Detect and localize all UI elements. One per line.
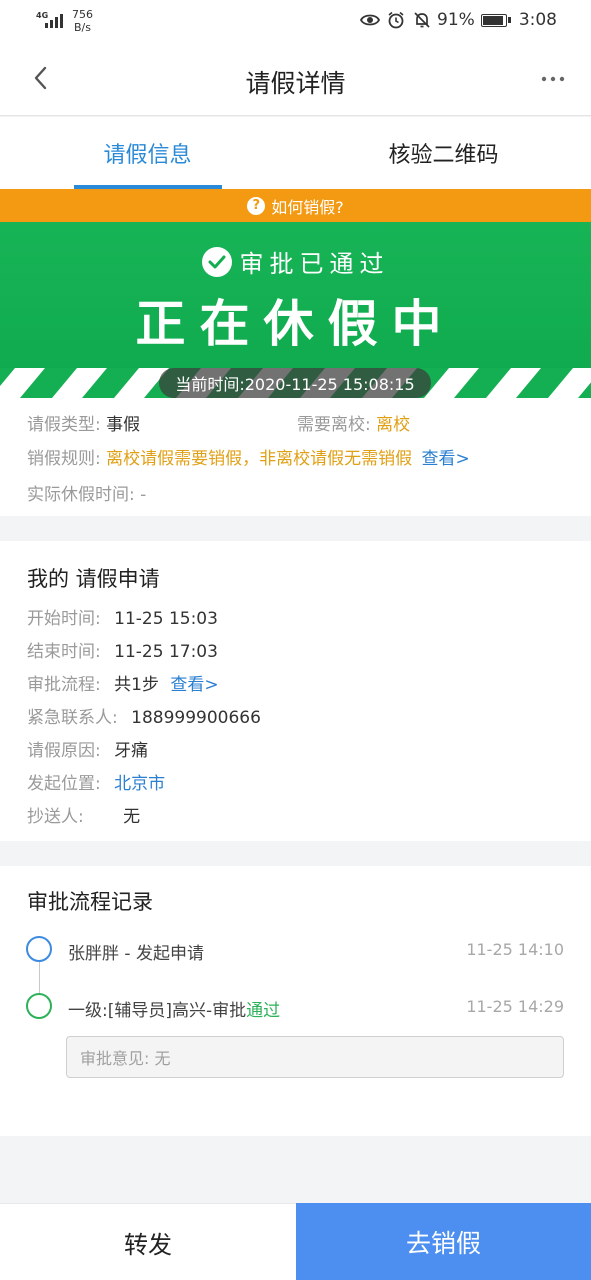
record-item-time: 11-25 14:29 xyxy=(466,997,564,1016)
actual-time-value: - xyxy=(140,485,147,505)
leave-type-label: 请假类型: xyxy=(27,415,101,435)
leave-type-row: 请假类型: 事假 xyxy=(27,410,140,435)
timeline-node-icon xyxy=(26,936,52,962)
how-to-cancel-label: 如何销假? xyxy=(271,197,344,217)
start-time-label: 开始时间: xyxy=(27,609,101,629)
timeline-connector xyxy=(39,962,40,994)
bell-off-icon xyxy=(411,10,433,30)
record-item-approver: 一级:[辅导员]高兴-审批 xyxy=(68,1001,247,1021)
current-time-pill: 当前时间:2020-11-25 15:08:15 xyxy=(159,368,431,398)
approval-flow-row: 审批流程: 共1步 查看> xyxy=(27,670,219,695)
net-speed-value: 756 xyxy=(72,8,93,21)
leave-reason-value: 牙痛 xyxy=(114,741,149,761)
actual-time-label: 实际休假时间: xyxy=(27,485,135,505)
question-icon: ? xyxy=(247,196,266,215)
alarm-icon xyxy=(385,10,407,30)
cancel-leave-button[interactable]: 去销假 xyxy=(296,1203,591,1280)
check-circle-icon xyxy=(201,246,232,277)
record-item-text: 一级:[辅导员]高兴-审批通过 xyxy=(68,996,280,1021)
approval-opinion-box: 审批意见: 无 xyxy=(66,1036,564,1078)
cancel-rule-label: 销假规则: xyxy=(27,449,101,469)
approved-label: 审批已通过 xyxy=(239,250,390,278)
battery-percent: 91% xyxy=(437,10,475,30)
cancel-rule-view-link[interactable]: 查看> xyxy=(422,449,470,469)
start-time-row: 开始时间: 11-25 15:03 xyxy=(27,604,218,629)
more-dots-icon xyxy=(541,76,565,82)
forward-button[interactable]: 转发 xyxy=(0,1203,296,1280)
end-time-value: 11-25 17:03 xyxy=(114,642,218,662)
origin-location-row: 发起位置: 北京市 xyxy=(27,769,165,794)
need-leave-school-row: 需要离校: 离校 xyxy=(297,410,410,435)
record-item-time: 11-25 14:10 xyxy=(466,940,564,959)
cc-label: 抄送人: xyxy=(27,807,84,827)
nav-header: 请假详情 xyxy=(0,42,591,116)
approval-records-card: 审批流程记录 张胖胖 - 发起申请 11-25 14:10 一级:[辅导员]高兴… xyxy=(0,866,591,1136)
tab-bar: 请假信息 核验二维码 xyxy=(0,117,591,189)
network-indicator: 4G 756 B/s xyxy=(36,8,93,34)
net-speed-unit: B/s xyxy=(74,21,91,34)
signal-icon: 4G xyxy=(36,8,66,30)
leave-reason-label: 请假原因: xyxy=(27,741,101,761)
tab-leave-info[interactable]: 请假信息 xyxy=(0,117,295,189)
page-title: 请假详情 xyxy=(245,69,346,98)
status-bar: 4G 756 B/s 91% 3:08 xyxy=(0,0,591,42)
more-button[interactable] xyxy=(535,64,571,94)
need-leave-school-value: 离校 xyxy=(376,415,411,435)
timeline-node-icon xyxy=(26,993,52,1019)
actual-time-row: 实际休假时间: - xyxy=(27,480,146,505)
approved-status: 审批已通过 xyxy=(0,244,591,279)
approval-flow-value: 共1步 xyxy=(114,675,159,695)
leave-type-value: 事假 xyxy=(106,415,141,435)
application-title: 我的 请假申请 xyxy=(27,567,160,591)
battery-icon xyxy=(480,13,511,27)
cc-row: 抄送人: 无 xyxy=(27,802,140,827)
records-title: 审批流程记录 xyxy=(27,890,153,914)
cancel-rule-row: 销假规则: 离校请假需要销假，非离校请假无需销假 查看> xyxy=(27,444,470,469)
emergency-contact-row: 紧急联系人: 188999900666 xyxy=(27,703,261,728)
tab-leave-info-label: 请假信息 xyxy=(103,143,192,168)
cancel-rule-value: 离校请假需要销假，非离校请假无需销假 xyxy=(106,449,413,469)
approval-flow-view-link[interactable]: 查看> xyxy=(170,675,218,695)
need-leave-school-label: 需要离校: xyxy=(297,415,371,435)
leave-reason-row: 请假原因: 牙痛 xyxy=(27,736,148,761)
emergency-contact-value: 188999900666 xyxy=(131,708,261,728)
bottom-action-bar: 转发 去销假 xyxy=(0,1203,591,1280)
record-item-text: 张胖胖 - 发起申请 xyxy=(68,944,204,964)
origin-location-value[interactable]: 北京市 xyxy=(114,774,165,794)
record-item-result: 通过 xyxy=(246,1001,281,1021)
cc-value: 无 xyxy=(123,807,141,827)
leave-status-title: 正在休假中 xyxy=(135,295,456,353)
net-speed: 756 B/s xyxy=(72,8,93,34)
start-time-value: 11-25 15:03 xyxy=(114,609,218,629)
tab-verify-qrcode-label: 核验二维码 xyxy=(388,143,499,168)
approval-flow-label: 审批流程: xyxy=(27,675,101,695)
end-time-row: 结束时间: 11-25 17:03 xyxy=(27,637,218,662)
clock-time: 3:08 xyxy=(518,10,557,30)
leave-info-section: 请假类型: 事假 需要离校: 离校 销假规则: 离校请假需要销假，非离校请假无需… xyxy=(0,398,591,516)
eye-icon xyxy=(359,10,381,30)
tab-verify-qrcode[interactable]: 核验二维码 xyxy=(296,117,591,189)
emergency-contact-label: 紧急联系人: xyxy=(27,708,118,728)
origin-location-label: 发起位置: xyxy=(27,774,101,794)
how-to-cancel-banner[interactable]: ? 如何销假? xyxy=(0,189,591,222)
end-time-label: 结束时间: xyxy=(27,642,101,662)
my-application-card: 我的 请假申请 开始时间: 11-25 15:03 结束时间: 11-25 17… xyxy=(0,541,591,841)
